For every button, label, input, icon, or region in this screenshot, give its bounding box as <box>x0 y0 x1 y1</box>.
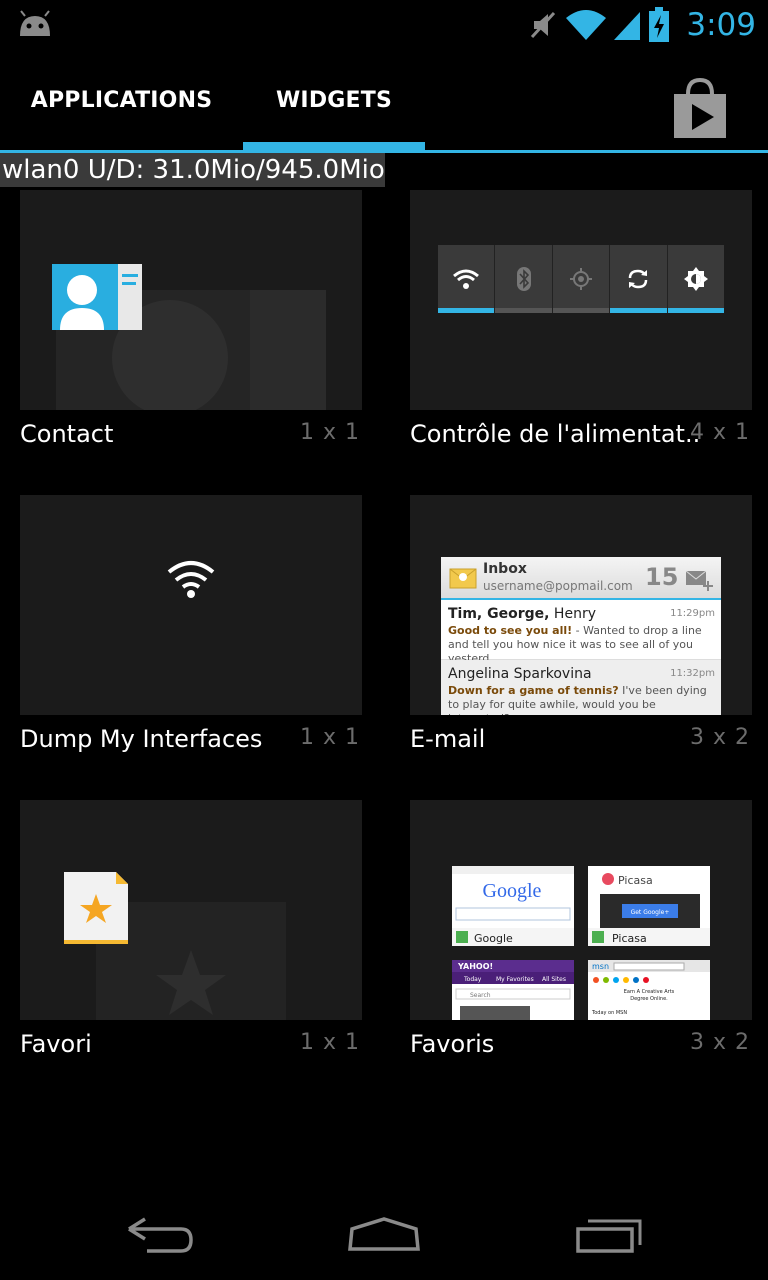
svg-text:Today: Today <box>463 976 482 983</box>
power-toggle-wifi <box>438 245 496 313</box>
widget-preview <box>20 800 362 1020</box>
msn-logo: msn <box>592 962 609 971</box>
widget-name: Contact <box>20 420 114 448</box>
power-toggle-bluetooth <box>495 245 553 313</box>
widget-size: 3 x 2 <box>690 1030 750 1055</box>
email-message: Tim, George, Henry 11:29pm Good to see y… <box>441 600 721 665</box>
recent-apps-button[interactable] <box>550 1190 670 1280</box>
widget-size: 1 x 1 <box>300 1030 360 1055</box>
picasa-get-button: Get Google+ <box>631 909 670 916</box>
email-preview: Inbox username@popmail.com 15 Tim, Georg… <box>441 557 721 715</box>
brightness-icon <box>683 267 708 291</box>
tab-applications[interactable]: APPLICATIONS <box>0 50 243 150</box>
clock: 3:09 <box>686 7 756 43</box>
bookmarks-preview-image: Google Google Picasa Get Google+ Picasa … <box>452 866 710 1020</box>
power-toggle-sync <box>610 245 668 313</box>
widget-preview <box>20 190 362 410</box>
envelope-icon <box>449 568 477 589</box>
widget-name: Favoris <box>410 1030 495 1058</box>
widget-preview: Inbox username@popmail.com 15 Tim, Georg… <box>410 495 752 715</box>
widget-size: 3 x 2 <box>690 725 750 750</box>
toggle-indicator-on <box>610 308 667 313</box>
home-icon <box>348 1217 420 1251</box>
back-icon <box>128 1217 193 1253</box>
widget-name: Dump My Interfaces <box>20 725 263 753</box>
toggle-indicator-off <box>495 308 552 313</box>
widget-preview <box>20 495 362 715</box>
yahoo-logo: YAHOO! <box>457 962 493 971</box>
email-time: 11:29pm <box>670 608 715 619</box>
sync-icon <box>629 269 648 289</box>
email-header: Inbox username@popmail.com 15 <box>441 557 721 600</box>
status-icons: 3:09 <box>528 4 756 46</box>
contact-preview-image <box>52 264 326 410</box>
toggle-indicator-on <box>438 308 495 313</box>
email-account: username@popmail.com <box>483 579 633 593</box>
widget-size: 1 x 1 <box>300 725 360 750</box>
svg-text:Today on MSN: Today on MSN <box>591 1010 627 1016</box>
email-time: 11:32pm <box>670 668 715 679</box>
svg-text:All Sites: All Sites <box>542 976 566 983</box>
gps-icon <box>570 268 593 290</box>
mute-icon <box>531 11 556 39</box>
back-button[interactable] <box>100 1190 220 1280</box>
power-control-preview <box>438 245 725 313</box>
svg-text:Degree Online.: Degree Online. <box>630 996 668 1002</box>
power-toggle-gps <box>552 245 611 313</box>
unread-count: 15 <box>645 563 679 591</box>
navigation-bar <box>0 1190 768 1280</box>
android-notification-icon <box>20 10 50 36</box>
google-logo: Google <box>483 880 542 902</box>
picasa-logo: Picasa <box>618 874 653 887</box>
play-store-icon[interactable] <box>660 72 740 142</box>
widget-preview <box>410 190 752 410</box>
tile-label-picasa: Picasa <box>612 932 647 945</box>
power-toggle-brightness <box>667 245 725 313</box>
bookmark-preview-image <box>64 872 286 1020</box>
status-bar: 3:09 <box>0 0 768 50</box>
svg-text:My Favorites: My Favorites <box>496 976 534 983</box>
widget-size: 4 x 1 <box>690 420 750 445</box>
widget-name: Contrôle de l'alimentat.. <box>410 420 700 448</box>
network-stats-overlay: wlan0 U/D: 31.0Mio/945.0Mio <box>0 153 385 187</box>
widget-name: Favori <box>20 1030 92 1058</box>
compose-icon <box>685 570 713 591</box>
bluetooth-icon <box>516 267 531 291</box>
svg-text:Search: Search <box>470 992 491 999</box>
tab-bar: APPLICATIONS WIDGETS <box>0 50 768 154</box>
widget-size: 1 x 1 <box>300 420 360 445</box>
wifi-icon <box>453 269 480 289</box>
widget-preview: Google Google Picasa Get Google+ Picasa … <box>410 800 752 1020</box>
toggle-indicator-off <box>552 308 610 313</box>
tile-label-google: Google <box>474 932 513 945</box>
battery-charging-icon <box>649 7 670 42</box>
email-message: Angelina Sparkovina 11:32pm Down for a g… <box>441 660 721 715</box>
selected-tab-indicator <box>243 142 425 152</box>
tab-widgets[interactable]: WIDGETS <box>243 50 425 150</box>
widget-name: E-mail <box>410 725 486 753</box>
email-snippet: Down for a game of tennis? I've been dyi… <box>448 684 707 715</box>
toggle-indicator-on <box>667 308 725 313</box>
email-inbox-title: Inbox <box>483 561 527 577</box>
home-button[interactable] <box>324 1190 444 1280</box>
recent-apps-icon <box>576 1219 642 1253</box>
signal-icon <box>614 12 641 40</box>
svg-text:Earn A Creative Arts: Earn A Creative Arts <box>624 989 675 995</box>
wifi-icon <box>566 10 607 40</box>
wifi-icon <box>167 561 215 598</box>
